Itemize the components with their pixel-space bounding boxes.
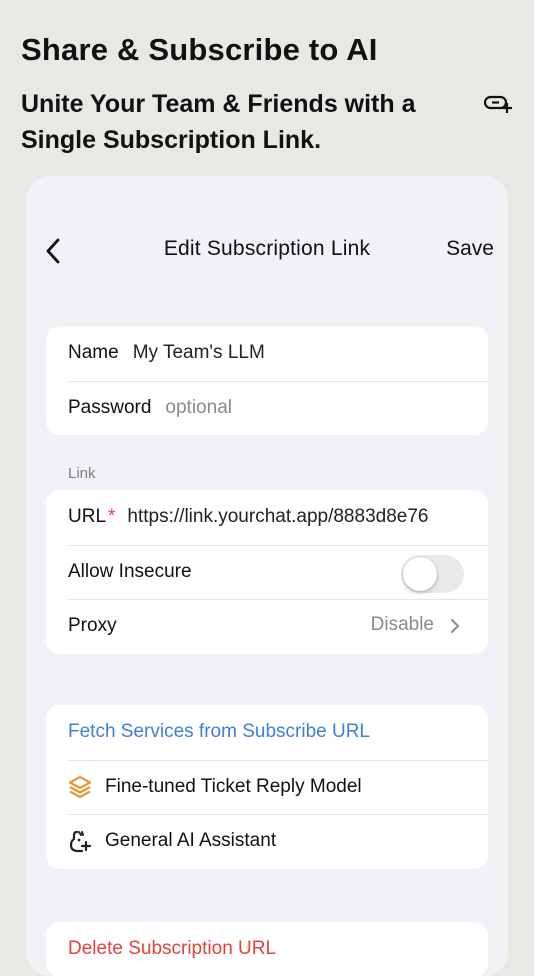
fetch-services-row[interactable]: Fetch Services from Subscribe URL — [46, 705, 488, 760]
service-item[interactable]: Fine-tuned Ticket Reply Model — [46, 759, 488, 815]
delete-row[interactable]: Delete Subscription URL — [46, 922, 488, 976]
fetch-services-link[interactable]: Fetch Services from Subscribe URL — [68, 721, 370, 743]
allow-insecure-toggle[interactable] — [401, 554, 464, 593]
save-button[interactable]: Save — [446, 237, 494, 261]
danger-group: Delete Subscription URL — [46, 922, 488, 976]
name-row[interactable]: Name My Team's LLM — [46, 326, 488, 381]
ai-assistant-icon — [69, 831, 92, 853]
url-field[interactable]: https://link.yourchat.app/8883d8e76 — [127, 506, 466, 528]
service-label: Fine-tuned Ticket Reply Model — [105, 775, 362, 797]
allow-insecure-label: Allow Insecure — [68, 560, 192, 582]
delete-subscription-button[interactable]: Delete Subscription URL — [68, 938, 276, 960]
link-add-icon — [483, 95, 512, 113]
password-field[interactable]: optional — [165, 397, 232, 419]
phone-screen: Edit Subscription Link Save Name My Team… — [26, 176, 508, 976]
service-label: General AI Assistant — [105, 830, 277, 852]
password-label: Password — [68, 396, 152, 418]
link-section-header: Link — [68, 465, 96, 482]
proxy-value: Disable — [370, 614, 434, 635]
services-group: Fetch Services from Subscribe URL Fine-t… — [46, 705, 488, 869]
toggle-knob — [403, 556, 437, 591]
proxy-label: Proxy — [68, 615, 117, 637]
password-row[interactable]: Password optional — [46, 380, 488, 436]
navigation-bar: Edit Subscription Link Save — [26, 231, 508, 271]
name-field[interactable]: My Team's LLM — [133, 342, 265, 364]
chevron-right-icon — [451, 619, 459, 633]
promo-title: Share & Subscribe to AI — [21, 32, 378, 67]
url-label: URL — [68, 506, 107, 528]
link-group: URL * https://link.yourchat.app/8883d8e7… — [46, 490, 488, 654]
service-item[interactable]: General AI Assistant — [46, 814, 488, 869]
allow-insecure-row: Allow Insecure — [46, 544, 488, 600]
stack-model-icon — [68, 775, 92, 798]
name-label: Name — [68, 342, 119, 364]
page-title: Edit Subscription Link — [163, 237, 371, 260]
promo-subtitle: Unite Your Team & Friends with a Single … — [21, 90, 416, 154]
name-password-group: Name My Team's LLM Password optional — [46, 326, 488, 435]
required-marker: * — [108, 506, 116, 528]
url-row[interactable]: URL * https://link.yourchat.app/8883d8e7… — [46, 490, 488, 545]
proxy-row[interactable]: Proxy Disable — [46, 599, 488, 654]
